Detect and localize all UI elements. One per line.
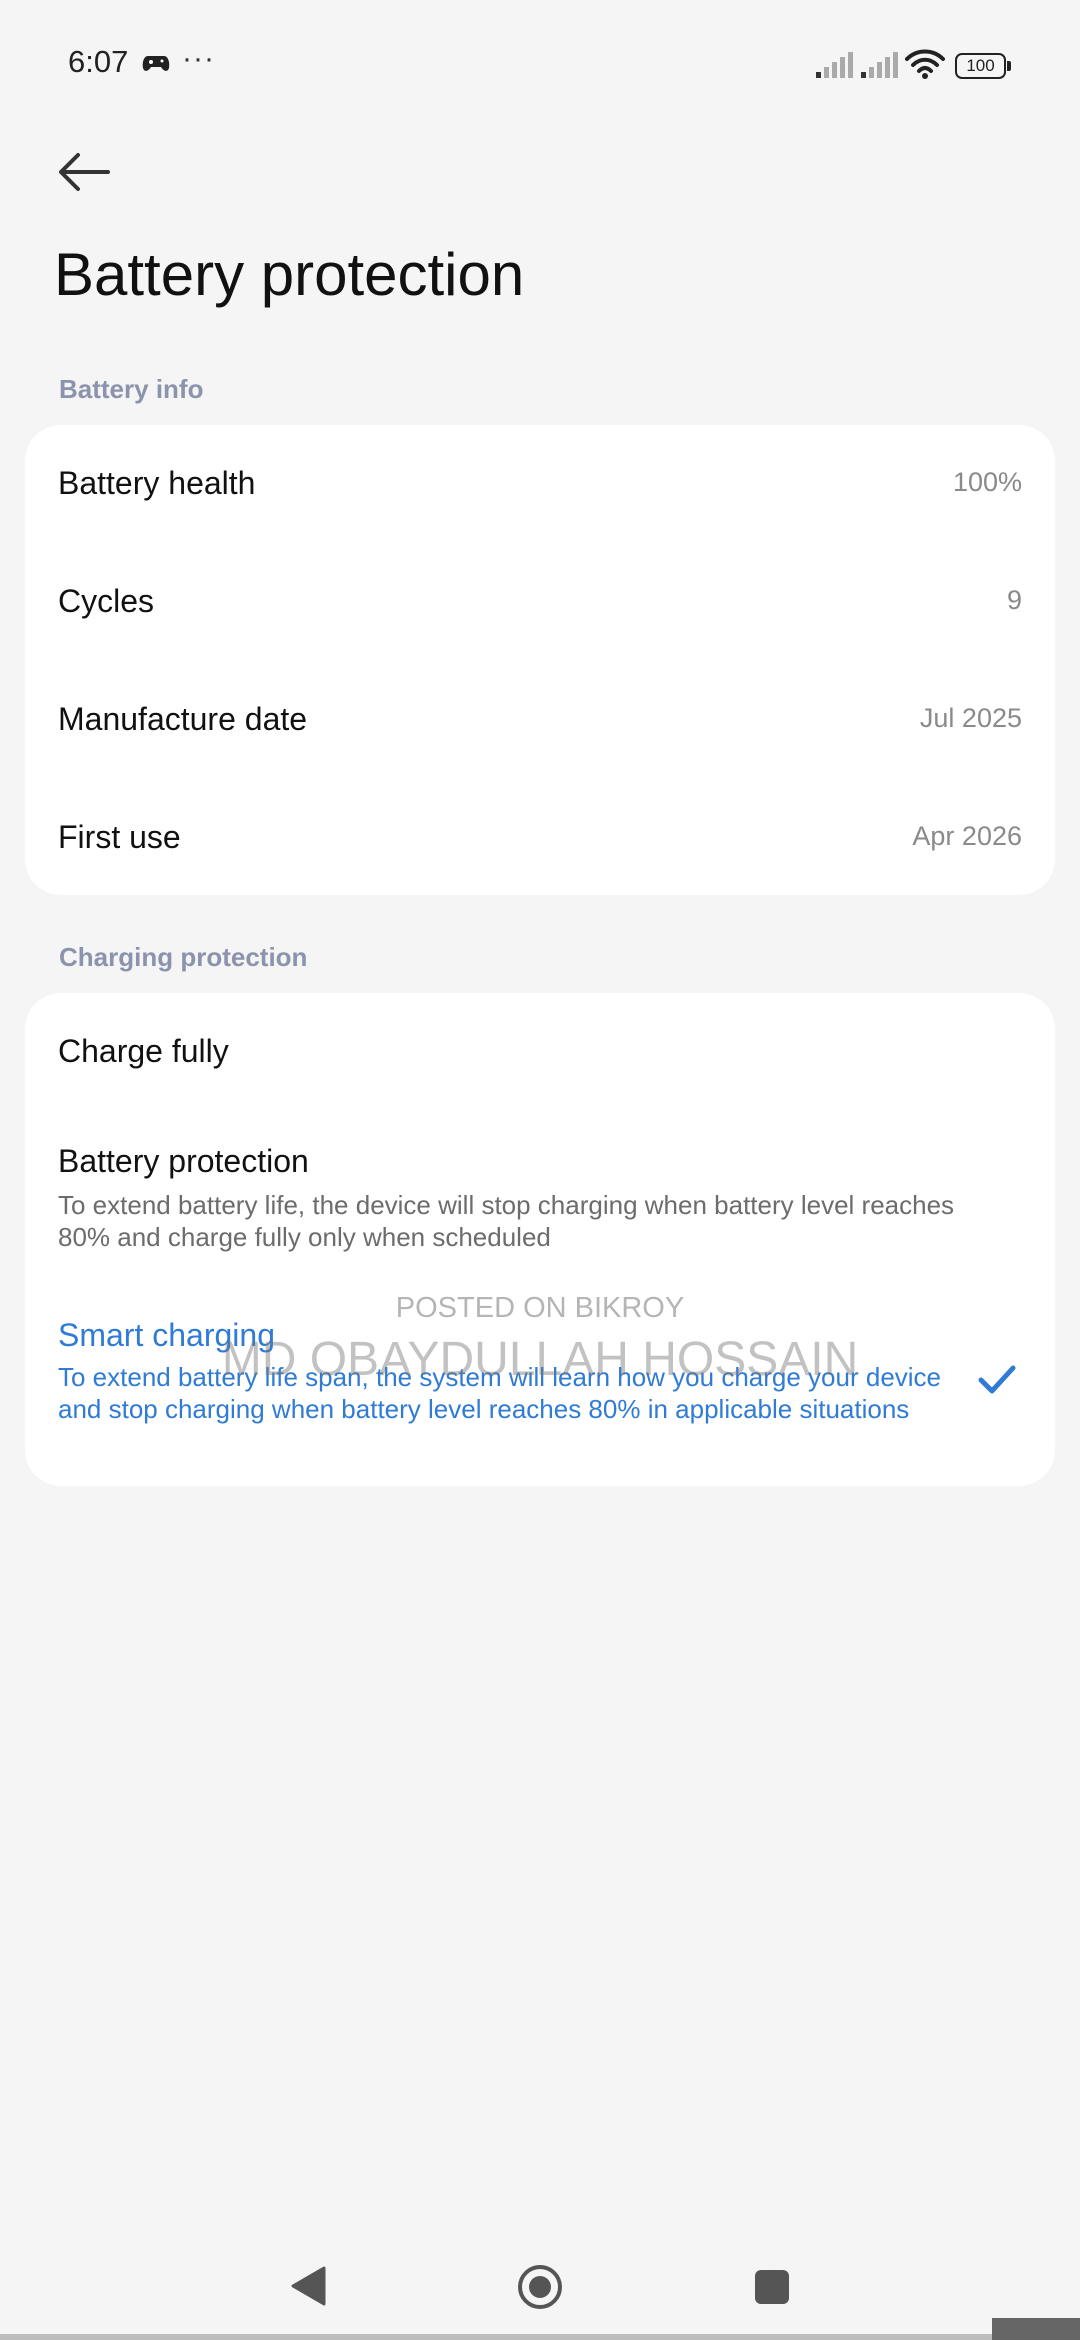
status-bar: 6:07 ··· 100 [0,0,1080,130]
signal-icon [816,52,853,78]
row-first-use: First use Apr 2026 [25,779,1055,897]
option-charge-fully[interactable]: Charge fully [25,993,1055,1113]
option-battery-protection[interactable]: Battery protection To extend battery lif… [25,1113,1055,1273]
row-manufacture-date: Manufacture date Jul 2025 [25,661,1055,779]
battery-icon: 100 [955,53,1011,79]
section-header-charging-protection: Charging protection [59,942,308,972]
watermark-line-1: POSTED ON BIKROY [395,1292,685,1324]
nav-recents-icon[interactable] [755,2270,789,2304]
back-arrow-icon[interactable] [52,140,116,204]
battery-info-card: Battery health 100% Cycles 9 Manufacture… [25,425,1055,895]
row-value: Apr 2026 [912,821,1022,851]
row-cycles: Cycles 9 [25,543,1055,661]
row-label: Manufacture date [58,701,308,737]
option-description: To extend battery life, the device will … [58,1190,955,1252]
battery-level: 100 [955,53,1006,79]
watermark-line-2: MD OBAYDULLAH HOSSAIN [221,1333,859,1386]
bottom-edge [0,2334,1080,2340]
bottom-edge-dark [992,2318,1080,2340]
signal-icon [861,52,898,78]
option-label: Charge fully [58,1033,229,1069]
option-label: Battery protection [58,1143,309,1179]
battery-tip [1007,61,1011,71]
row-value: Jul 2025 [919,703,1022,733]
row-label: First use [58,819,181,855]
row-value: 9 [1006,585,1022,615]
section-header-battery-info: Battery info [59,374,204,404]
row-label: Battery health [58,465,256,501]
nav-home-icon[interactable] [516,2263,564,2311]
row-label: Cycles [58,583,155,619]
charging-protection-card: Charge fully Battery protection To exten… [25,993,1055,1486]
screen: 6:07 ··· 100 Battery protection Battery … [0,0,1080,2340]
row-value: 100% [952,467,1022,497]
row-battery-health: Battery health 100% [25,425,1055,543]
nav-back-icon[interactable] [290,2265,326,2307]
page-title: Battery protection [54,241,525,308]
gamepad-icon [142,56,170,71]
status-time: 6:07 [68,44,129,79]
more-notifications-icon: ··· [182,42,215,75]
wifi-icon [905,49,945,79]
